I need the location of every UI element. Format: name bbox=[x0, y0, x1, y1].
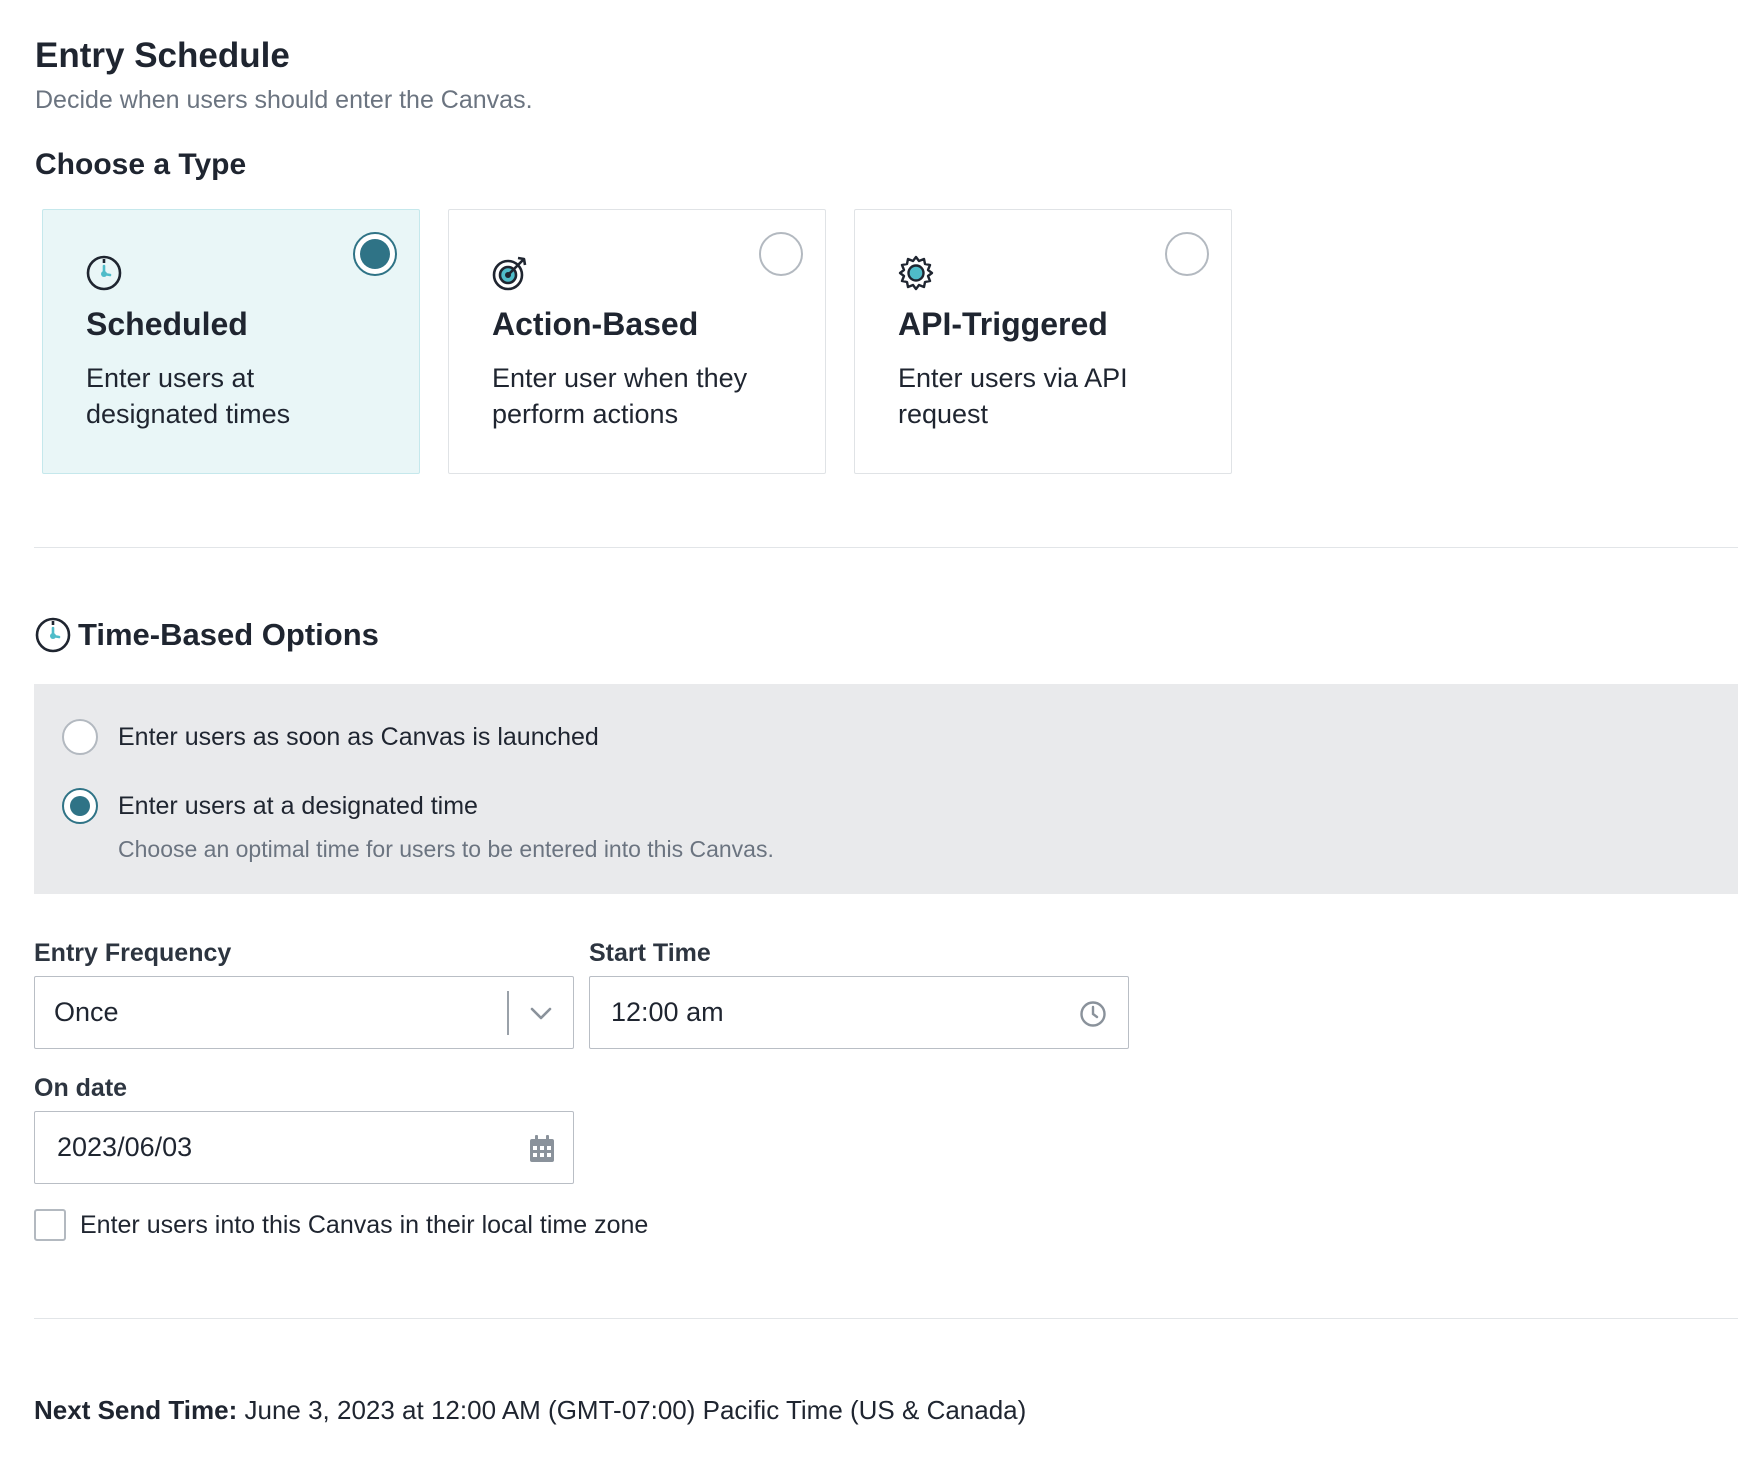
type-card-action-based[interactable]: Action-Based Enter user when they perfor… bbox=[448, 209, 826, 474]
type-card-description: Enter users via API request bbox=[898, 363, 1128, 429]
type-card-api-triggered[interactable]: API-Triggered Enter users via API reques… bbox=[854, 209, 1232, 474]
type-card-description: Enter user when they perform actions bbox=[492, 363, 748, 429]
local-timezone-label: Enter users into this Canvas in their lo… bbox=[80, 1211, 649, 1239]
option-designated-time[interactable]: Enter users at a designated time bbox=[62, 788, 478, 824]
type-card-title: Action-Based bbox=[492, 306, 699, 342]
option-help-text: Choose an optimal time for users to be e… bbox=[118, 836, 774, 862]
clock-icon bbox=[35, 617, 71, 653]
type-card-title: API-Triggered bbox=[898, 306, 1108, 342]
select-separator bbox=[507, 991, 509, 1035]
next-send-time: Next Send Time: June 3, 2023 at 12:00 AM… bbox=[34, 1395, 1026, 1426]
type-radio-scheduled[interactable] bbox=[353, 232, 397, 276]
entry-schedule-page: Entry Schedule Decide when users should … bbox=[0, 0, 1756, 1458]
type-card-description: Enter users at designated times bbox=[86, 363, 291, 429]
time-based-options-title: Time-Based Options bbox=[78, 617, 379, 652]
on-date-value: 2023/06/03 bbox=[57, 1132, 193, 1162]
on-date-label: On date bbox=[34, 1074, 128, 1102]
local-timezone-checkbox[interactable] bbox=[34, 1209, 66, 1241]
type-radio-action-based[interactable] bbox=[759, 232, 803, 276]
option-label: Enter users as soon as Canvas is launche… bbox=[118, 722, 599, 751]
next-send-time-label: Next Send Time: bbox=[34, 1395, 238, 1425]
section-divider bbox=[34, 547, 1738, 548]
start-time-input[interactable]: 12:00 am bbox=[589, 976, 1129, 1049]
target-icon bbox=[492, 256, 527, 291]
calendar-icon[interactable] bbox=[528, 1134, 556, 1164]
option-radio[interactable] bbox=[62, 788, 98, 824]
chevron-down-icon[interactable] bbox=[528, 1003, 554, 1023]
option-radio[interactable] bbox=[62, 719, 98, 755]
option-launch-immediately[interactable]: Enter users as soon as Canvas is launche… bbox=[62, 719, 599, 755]
section-divider bbox=[34, 1318, 1738, 1319]
time-based-options-heading: Time-Based Options bbox=[34, 616, 379, 654]
clock-icon bbox=[86, 255, 122, 291]
option-label: Enter users at a designated time bbox=[118, 791, 478, 820]
page-subtitle: Decide when users should enter the Canva… bbox=[35, 86, 533, 114]
entry-frequency-value: Once bbox=[54, 997, 119, 1027]
choose-type-heading: Choose a Type bbox=[35, 148, 247, 181]
start-time-label: Start Time bbox=[589, 939, 711, 967]
page-title: Entry Schedule bbox=[35, 36, 290, 75]
start-time-value: 12:00 am bbox=[611, 997, 724, 1027]
type-card-scheduled[interactable]: Scheduled Enter users at designated time… bbox=[42, 209, 420, 474]
clock-icon[interactable] bbox=[1079, 1000, 1107, 1028]
next-send-time-value: June 3, 2023 at 12:00 AM (GMT-07:00) Pac… bbox=[244, 1395, 1027, 1425]
gear-icon bbox=[898, 255, 934, 291]
type-radio-api-triggered[interactable] bbox=[1165, 232, 1209, 276]
type-card-title: Scheduled bbox=[86, 306, 248, 342]
on-date-input[interactable]: 2023/06/03 bbox=[34, 1111, 574, 1184]
entry-frequency-label: Entry Frequency bbox=[34, 939, 232, 967]
entry-frequency-select[interactable]: Once bbox=[34, 976, 574, 1049]
